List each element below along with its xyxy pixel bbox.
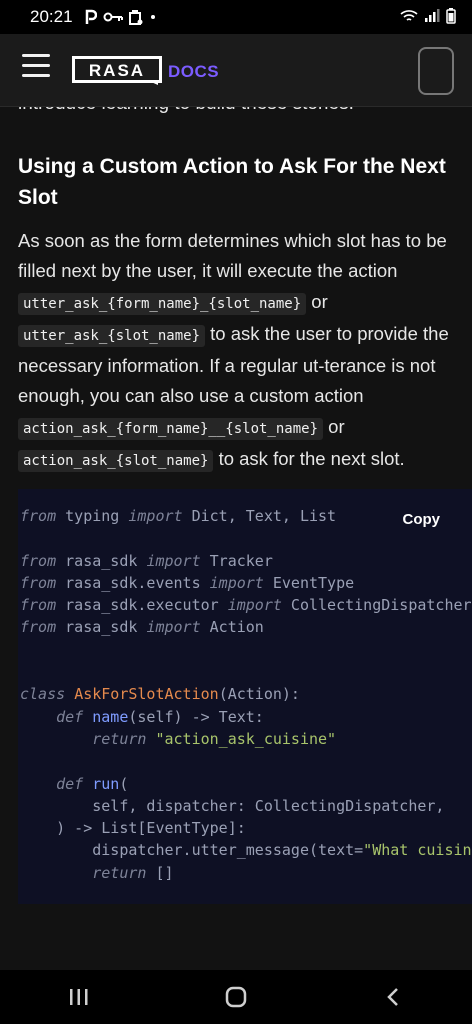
code-line: return [] — [92, 863, 174, 882]
back-button[interactable] — [363, 977, 423, 1017]
docs-label[interactable]: DOCS — [168, 62, 219, 82]
code-block[interactable]: from typing import Dict, Text, List from… — [18, 489, 472, 904]
status-time: 20:21 — [30, 7, 73, 26]
logo-text: RASA — [89, 61, 145, 80]
header-action-button[interactable] — [418, 47, 454, 95]
para-text-5: to ask for the next slot. — [213, 448, 405, 470]
section-paragraph: As soon as the form determines which slo… — [18, 226, 458, 476]
code-content: from typing import Dict, Text, List from… — [20, 505, 472, 884]
code-line: ) -> List[EventType]: — [56, 819, 246, 838]
dot-icon — [149, 13, 157, 21]
status-icons-right — [400, 8, 456, 29]
home-button[interactable] — [206, 977, 266, 1017]
menu-icon[interactable] — [22, 54, 50, 78]
code-line: dispatcher.utter_message(text="What cuis… — [20, 841, 472, 860]
code-line: from rasa_sdk import Tracker — [20, 551, 273, 570]
wifi-icon — [400, 9, 418, 28]
code-line: from rasa_sdk.executor import Collecting… — [20, 596, 472, 615]
bag-icon — [128, 9, 143, 25]
home-icon — [225, 986, 247, 1008]
recent-apps-icon — [69, 989, 88, 1005]
inline-code-1: utter_ask_{form_name}_{slot_name} — [18, 292, 307, 315]
key-icon — [103, 11, 123, 23]
code-line: from typing import Dict, Text, List — [20, 507, 337, 525]
para-text-2: or — [306, 290, 328, 312]
rasa-logo[interactable]: RASA — [72, 56, 162, 86]
para-text-4: or — [323, 415, 345, 437]
p-icon — [85, 9, 97, 25]
inline-code-4: action_ask_{slot_name} — [18, 450, 214, 473]
code-line: class AskForSlotAction(Action): — [20, 685, 300, 704]
code-line: return "action_ask_cuisine" — [92, 729, 337, 748]
signal-icon — [424, 9, 440, 28]
status-icons-left — [85, 9, 157, 25]
code-line: from rasa_sdk import Action — [20, 618, 264, 637]
inline-code-3: action_ask_{form_name}__{slot_name} — [18, 417, 324, 440]
back-icon — [387, 988, 399, 1006]
doc-content: introduce learning to build these storie… — [0, 107, 472, 1017]
code-line: def run( — [56, 774, 129, 793]
partial-text-line: introduce learning to build these storie… — [18, 107, 354, 115]
code-line: from rasa_sdk.events import EventType — [20, 573, 355, 592]
code-line: def name(self) -> Text: — [56, 707, 264, 726]
section-heading: Using a Custom Action to Ask For the Nex… — [18, 155, 446, 209]
code-line: self, dispatcher: CollectingDispatcher, — [20, 796, 445, 815]
para-text-1: As soon as the form determines which slo… — [18, 230, 447, 282]
status-bar: 20:21 — [0, 0, 472, 34]
docs-header: RASA DOCS — [0, 34, 472, 107]
battery-icon — [446, 8, 456, 29]
inline-code-2: utter_ask_{slot_name} — [18, 324, 206, 347]
system-nav-bar — [0, 970, 472, 1024]
recent-apps-button[interactable] — [49, 977, 109, 1017]
copy-button[interactable]: Copy — [398, 511, 444, 528]
